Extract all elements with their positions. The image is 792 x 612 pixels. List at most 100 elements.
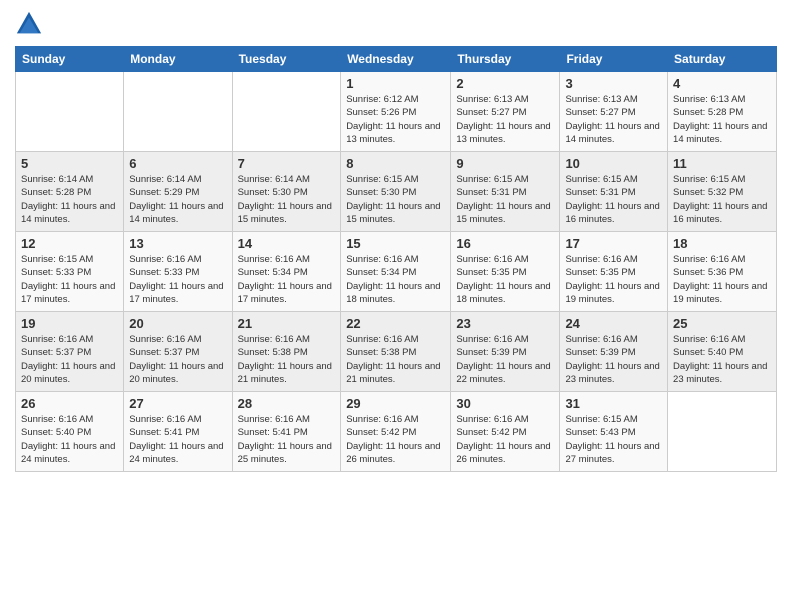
day-info: Sunrise: 6:16 AMSunset: 5:41 PMDaylight:… [129,413,226,466]
day-number: 23 [456,316,554,331]
day-info: Sunrise: 6:16 AMSunset: 5:38 PMDaylight:… [238,333,336,386]
day-cell [668,392,777,472]
day-number: 13 [129,236,226,251]
logo-icon [15,10,43,38]
day-cell: 21 Sunrise: 6:16 AMSunset: 5:38 PMDayligh… [232,312,341,392]
day-info: Sunrise: 6:16 AMSunset: 5:40 PMDaylight:… [21,413,118,466]
day-info: Sunrise: 6:15 AMSunset: 5:30 PMDaylight:… [346,173,445,226]
day-info: Sunrise: 6:16 AMSunset: 5:41 PMDaylight:… [238,413,336,466]
day-cell: 20 Sunrise: 6:16 AMSunset: 5:37 PMDayligh… [124,312,232,392]
header [15,10,777,38]
day-info: Sunrise: 6:15 AMSunset: 5:33 PMDaylight:… [21,253,118,306]
day-number: 2 [456,76,554,91]
day-info: Sunrise: 6:14 AMSunset: 5:30 PMDaylight:… [238,173,336,226]
day-number: 5 [21,156,118,171]
day-cell: 29Sunrise: 6:16 AMSunset: 5:42 PMDayligh… [341,392,451,472]
day-number: 30 [456,396,554,411]
weekday-header-friday: Friday [560,47,668,72]
weekday-header-row: SundayMondayTuesdayWednesdayThursdayFrid… [16,47,777,72]
day-cell: 12 Sunrise: 6:15 AMSunset: 5:33 PMDayligh… [16,232,124,312]
day-info: Sunrise: 6:16 AMSunset: 5:34 PMDaylight:… [346,253,445,306]
day-cell: 4 Sunrise: 6:13 AMSunset: 5:28 PMDaylight… [668,72,777,152]
day-cell: 28 Sunrise: 6:16 AMSunset: 5:41 PMDayligh… [232,392,341,472]
day-cell: 13 Sunrise: 6:16 AMSunset: 5:33 PMDayligh… [124,232,232,312]
day-number: 11 [673,156,771,171]
weekday-header-wednesday: Wednesday [341,47,451,72]
day-number: 8 [346,156,445,171]
day-number: 10 [565,156,662,171]
day-cell: 26 Sunrise: 6:16 AMSunset: 5:40 PMDayligh… [16,392,124,472]
day-cell: 19 Sunrise: 6:16 AMSunset: 5:37 PMDayligh… [16,312,124,392]
day-number: 7 [238,156,336,171]
day-cell: 1 Sunrise: 6:12 AMSunset: 5:26 PMDaylight… [341,72,451,152]
day-info: Sunrise: 6:16 AMSunset: 5:34 PMDaylight:… [238,253,336,306]
day-cell: 31 Sunrise: 6:15 AMSunset: 5:43 PMDayligh… [560,392,668,472]
day-info: Sunrise: 6:16 AMSunset: 5:37 PMDaylight:… [21,333,118,386]
weekday-header-thursday: Thursday [451,47,560,72]
day-number: 28 [238,396,336,411]
day-cell: 2 Sunrise: 6:13 AMSunset: 5:27 PMDaylight… [451,72,560,152]
day-cell: 30Sunrise: 6:16 AMSunset: 5:42 PMDayligh… [451,392,560,472]
day-number: 22 [346,316,445,331]
day-info: Sunrise: 6:15 AMSunset: 5:32 PMDaylight:… [673,173,771,226]
day-cell: 11 Sunrise: 6:15 AMSunset: 5:32 PMDayligh… [668,152,777,232]
day-info: Sunrise: 6:16 AMSunset: 5:35 PMDaylight:… [456,253,554,306]
day-info: Sunrise: 6:16 AMSunset: 5:35 PMDaylight:… [565,253,662,306]
day-cell: 10 Sunrise: 6:15 AMSunset: 5:31 PMDayligh… [560,152,668,232]
weekday-header-monday: Monday [124,47,232,72]
day-number: 6 [129,156,226,171]
day-number: 18 [673,236,771,251]
day-number: 31 [565,396,662,411]
week-row-2: 5 Sunrise: 6:14 AMSunset: 5:28 PMDaylight… [16,152,777,232]
day-cell: 8 Sunrise: 6:15 AMSunset: 5:30 PMDaylight… [341,152,451,232]
weekday-header-saturday: Saturday [668,47,777,72]
day-cell: 22 Sunrise: 6:16 AMSunset: 5:38 PMDayligh… [341,312,451,392]
day-info: Sunrise: 6:13 AMSunset: 5:27 PMDaylight:… [565,93,662,146]
day-info: Sunrise: 6:15 AMSunset: 5:31 PMDaylight:… [456,173,554,226]
day-cell: 14Sunrise: 6:16 AMSunset: 5:34 PMDayligh… [232,232,341,312]
day-info: Sunrise: 6:13 AMSunset: 5:28 PMDaylight:… [673,93,771,146]
day-number: 21 [238,316,336,331]
day-number: 16 [456,236,554,251]
day-info: Sunrise: 6:16 AMSunset: 5:38 PMDaylight:… [346,333,445,386]
day-cell: 15Sunrise: 6:16 AMSunset: 5:34 PMDayligh… [341,232,451,312]
day-info: Sunrise: 6:15 AMSunset: 5:43 PMDaylight:… [565,413,662,466]
day-number: 9 [456,156,554,171]
logo [15,10,47,38]
day-number: 24 [565,316,662,331]
day-cell: 5 Sunrise: 6:14 AMSunset: 5:28 PMDaylight… [16,152,124,232]
day-cell: 27 Sunrise: 6:16 AMSunset: 5:41 PMDayligh… [124,392,232,472]
day-cell: 24 Sunrise: 6:16 AMSunset: 5:39 PMDayligh… [560,312,668,392]
week-row-3: 12 Sunrise: 6:15 AMSunset: 5:33 PMDayligh… [16,232,777,312]
day-cell [16,72,124,152]
day-info: Sunrise: 6:13 AMSunset: 5:27 PMDaylight:… [456,93,554,146]
day-number: 27 [129,396,226,411]
day-cell [232,72,341,152]
day-number: 4 [673,76,771,91]
day-cell [124,72,232,152]
day-info: Sunrise: 6:16 AMSunset: 5:39 PMDaylight:… [456,333,554,386]
day-cell: 9 Sunrise: 6:15 AMSunset: 5:31 PMDaylight… [451,152,560,232]
week-row-1: 1 Sunrise: 6:12 AMSunset: 5:26 PMDaylight… [16,72,777,152]
day-number: 29 [346,396,445,411]
week-row-4: 19 Sunrise: 6:16 AMSunset: 5:37 PMDayligh… [16,312,777,392]
day-number: 19 [21,316,118,331]
calendar-table: SundayMondayTuesdayWednesdayThursdayFrid… [15,46,777,472]
week-row-5: 26 Sunrise: 6:16 AMSunset: 5:40 PMDayligh… [16,392,777,472]
day-number: 12 [21,236,118,251]
day-info: Sunrise: 6:12 AMSunset: 5:26 PMDaylight:… [346,93,445,146]
day-info: Sunrise: 6:16 AMSunset: 5:36 PMDaylight:… [673,253,771,306]
day-info: Sunrise: 6:15 AMSunset: 5:31 PMDaylight:… [565,173,662,226]
day-info: Sunrise: 6:16 AMSunset: 5:37 PMDaylight:… [129,333,226,386]
day-info: Sunrise: 6:14 AMSunset: 5:28 PMDaylight:… [21,173,118,226]
day-number: 17 [565,236,662,251]
day-number: 26 [21,396,118,411]
day-number: 20 [129,316,226,331]
day-info: Sunrise: 6:16 AMSunset: 5:33 PMDaylight:… [129,253,226,306]
day-info: Sunrise: 6:16 AMSunset: 5:39 PMDaylight:… [565,333,662,386]
day-info: Sunrise: 6:14 AMSunset: 5:29 PMDaylight:… [129,173,226,226]
day-cell: 16 Sunrise: 6:16 AMSunset: 5:35 PMDayligh… [451,232,560,312]
day-cell: 18 Sunrise: 6:16 AMSunset: 5:36 PMDayligh… [668,232,777,312]
day-cell: 17 Sunrise: 6:16 AMSunset: 5:35 PMDayligh… [560,232,668,312]
day-number: 1 [346,76,445,91]
